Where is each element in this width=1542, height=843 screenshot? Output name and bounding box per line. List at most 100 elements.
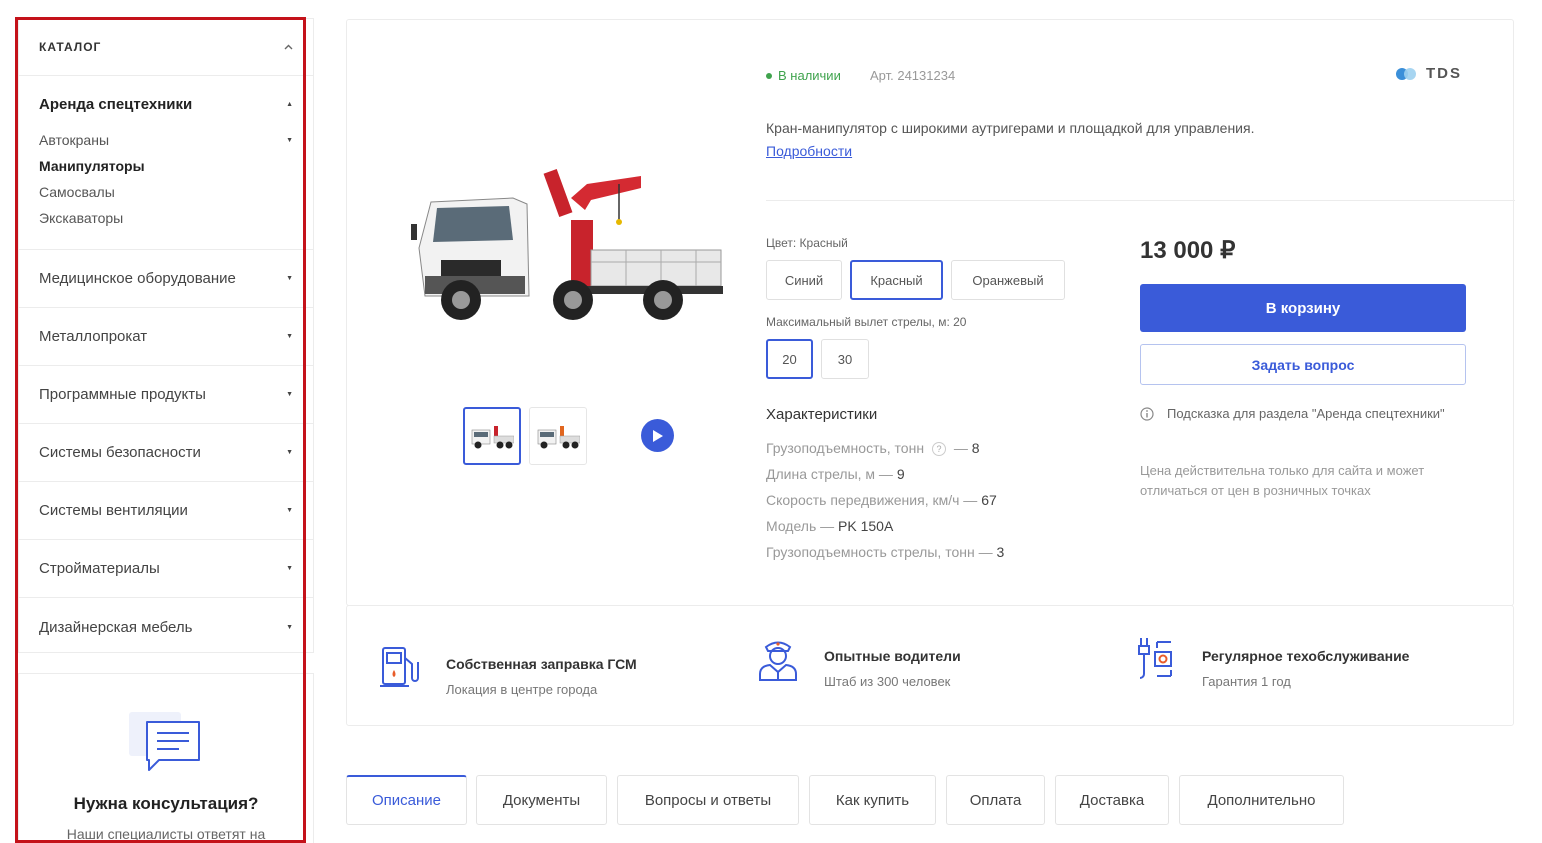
brand-name: TDS <box>1426 65 1462 82</box>
feature-subtitle: Локация в центре города <box>446 682 598 697</box>
price-hint: Подсказка для раздела "Аренда спецтехник… <box>1140 404 1470 424</box>
tab-delivery[interactable]: Доставка <box>1055 775 1169 825</box>
product-sku: Арт. 24131234 <box>870 68 956 83</box>
sidebar-item-manipulators[interactable]: Манипуляторы <box>39 153 293 179</box>
characteristics-title: Характеристики <box>766 406 878 423</box>
price-note: Цена действительна только для сайта и мо… <box>1140 463 1425 498</box>
cloud-logo-icon <box>1396 67 1416 80</box>
hint-text: Подсказка для раздела "Аренда спецтехник… <box>1167 406 1445 421</box>
boom-option-20[interactable]: 20 <box>766 339 813 379</box>
sidebar-section-label: Программные продукты <box>39 386 206 403</box>
product-description: Кран-манипулятор с широкими аутригерами … <box>766 120 1255 136</box>
sidebar-section-software[interactable]: Программные продукты ▼ <box>19 366 313 424</box>
stock-status: В наличии <box>766 68 841 83</box>
sidebar-section-medical[interactable]: Медицинское оборудование ▼ <box>19 250 313 308</box>
caret-down-icon[interactable]: ▼ <box>286 391 293 398</box>
sidebar-item-dumptrucks[interactable]: Самосвалы <box>39 179 293 205</box>
color-option-blue[interactable]: Синий <box>766 260 842 300</box>
char-row: Грузоподъемность, тонн ? — 8 <box>766 440 980 457</box>
caret-up-icon[interactable]: ▲ <box>286 101 293 108</box>
char-value: 9 <box>896 466 905 482</box>
char-separator: — <box>959 492 982 508</box>
tab-documents[interactable]: Документы <box>476 775 607 825</box>
feature-subtitle: Штаб из 300 человек <box>824 674 951 689</box>
caret-down-icon[interactable]: ▼ <box>286 333 293 340</box>
char-separator: — <box>875 466 897 482</box>
sidebar-section-label: Системы безопасности <box>39 444 201 461</box>
char-separator: — <box>974 544 997 560</box>
sidebar-item-label: Автокраны <box>39 132 109 148</box>
sidebar-section-ventilation[interactable]: Системы вентиляции ▼ <box>19 482 313 540</box>
tab-payment[interactable]: Оплата <box>946 775 1045 825</box>
brand-logo[interactable]: TDS <box>1395 65 1462 82</box>
feature-item: Опытные водители Штаб из 300 человек <box>757 636 961 689</box>
truck-thumbnail-icon <box>471 426 514 449</box>
sidebar-section-label: Медицинское оборудование <box>39 270 236 287</box>
catalog-title: КАТАЛОГ <box>39 40 102 54</box>
product-price: 13 000 ₽ <box>1140 237 1236 264</box>
product-image[interactable] <box>401 140 723 325</box>
sidebar-item-autocranes[interactable]: Автокраны ▼ <box>39 127 293 153</box>
help-icon[interactable]: ? <box>931 442 946 457</box>
tab-description[interactable]: Описание <box>346 775 467 825</box>
char-value: 67 <box>981 492 997 508</box>
sidebar-section-rental-title[interactable]: Аренда спецтехники ▲ <box>39 96 293 113</box>
tab-faq[interactable]: Вопросы и ответы <box>617 775 799 825</box>
divider <box>766 200 1515 201</box>
char-name: Скорость передвижения, км/ч <box>766 492 960 508</box>
char-row: Грузоподъемность стрелы, тонн — 3 <box>766 544 1004 560</box>
tab-additional[interactable]: Дополнительно <box>1179 775 1344 825</box>
caret-down-icon[interactable]: ▼ <box>286 507 293 514</box>
sidebar-section-furniture[interactable]: Дизайнерская мебель ▼ <box>19 598 313 656</box>
char-value: PK 150A <box>838 518 894 534</box>
video-play-button[interactable] <box>641 419 674 452</box>
chevron-up-icon[interactable] <box>283 42 293 52</box>
caret-down-icon[interactable]: ▼ <box>286 449 293 456</box>
caret-down-icon[interactable]: ▼ <box>286 137 293 144</box>
sidebar-item-label: Самосвалы <box>39 184 115 200</box>
char-row: Длина стрелы, м — 9 <box>766 466 905 482</box>
page: КАТАЛОГ Аренда спецтехники ▲ Автокраны ▼… <box>0 0 1542 843</box>
fuel-station-icon <box>380 647 419 687</box>
add-to-cart-button[interactable]: В корзину <box>1140 284 1466 332</box>
consultation-title: Нужна консультация? <box>73 794 259 813</box>
ask-question-button[interactable]: Задать вопрос <box>1140 344 1466 385</box>
feature-item: Собственная заправка ГСМ Локация в центр… <box>379 644 637 697</box>
caret-down-icon[interactable]: ▼ <box>286 624 293 631</box>
thumbnail-1[interactable] <box>463 407 521 465</box>
info-icon[interactable] <box>1140 407 1154 421</box>
sidebar-item-label: Манипуляторы <box>39 158 145 174</box>
sidebar-item-label: Экскаваторы <box>39 210 124 226</box>
color-option-red[interactable]: Красный <box>850 260 943 300</box>
stock-label: В наличии <box>778 68 841 83</box>
sidebar-section-label: Аренда спецтехники <box>39 96 193 113</box>
sidebar-section-security[interactable]: Системы безопасности ▼ <box>19 424 313 482</box>
features-strip: Собственная заправка ГСМ Локация в центр… <box>346 605 1514 726</box>
sidebar-section-materials[interactable]: Стройматериалы ▼ <box>19 540 313 598</box>
sidebar-item-excavators[interactable]: Экскаваторы <box>39 205 293 231</box>
catalog-header[interactable]: КАТАЛОГ <box>19 19 313 76</box>
boom-option-30[interactable]: 30 <box>821 339 869 379</box>
feature-subtitle: Гарантия 1 год <box>1202 674 1291 689</box>
feature-title: Опытные водители <box>824 648 961 664</box>
tab-how-to-buy[interactable]: Как купить <box>809 775 936 825</box>
chat-icon <box>129 712 200 771</box>
char-name: Длина стрелы, м <box>766 466 876 482</box>
sidebar-section-label: Дизайнерская мебель <box>39 618 193 636</box>
consultation-text: Наши специалисты ответят на <box>66 826 266 842</box>
color-option-orange[interactable]: Оранжевый <box>951 260 1065 300</box>
sidebar-section-label: Системы вентиляции <box>39 502 188 519</box>
wrench-icon <box>1138 638 1172 679</box>
thumbnail-2[interactable] <box>529 407 587 465</box>
feature-item: Регулярное техобслуживание Гарантия 1 го… <box>1135 636 1409 689</box>
sidebar-section-metal[interactable]: Металлопрокат ▼ <box>19 308 313 366</box>
details-link[interactable]: Подробности <box>766 143 852 159</box>
driver-icon <box>759 641 797 681</box>
product-card: В наличии Арт. 24131234 TDS Кран-манипул… <box>346 19 1515 606</box>
boom-label: Максимальный вылет стрелы, м: 20 <box>766 315 967 329</box>
truck-thumbnail-icon <box>537 426 580 449</box>
stock-dot-icon <box>766 72 772 79</box>
caret-down-icon[interactable]: ▼ <box>286 565 293 572</box>
char-name: Модель <box>766 518 817 534</box>
caret-down-icon[interactable]: ▼ <box>286 275 293 282</box>
